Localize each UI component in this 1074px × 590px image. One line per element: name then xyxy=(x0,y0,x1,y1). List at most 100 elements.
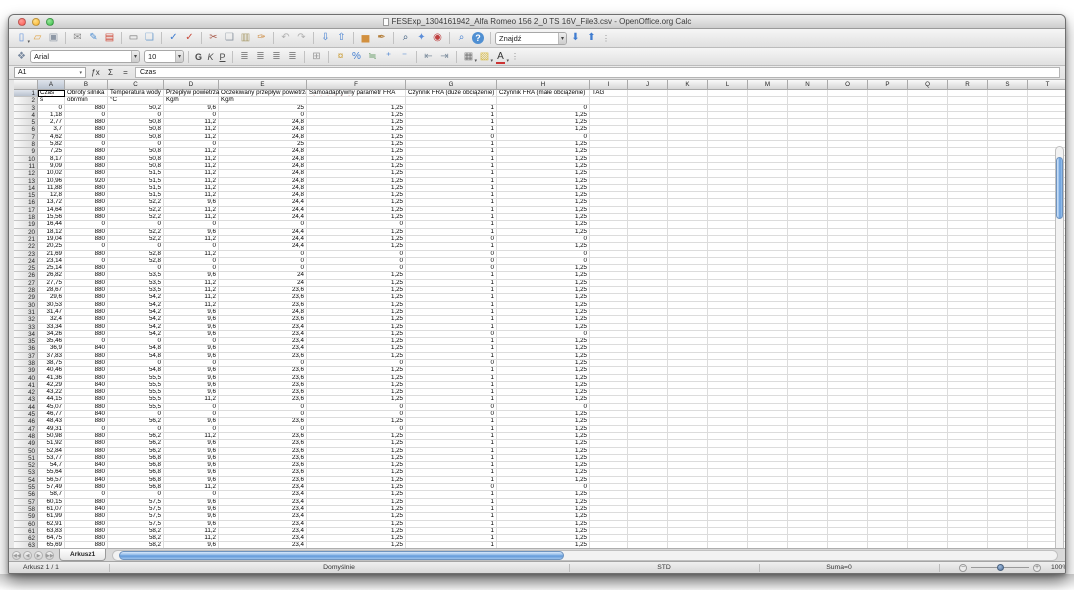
cell-S18[interactable] xyxy=(988,214,1028,222)
row-header-44[interactable]: 44 xyxy=(14,403,38,412)
cell-I48[interactable] xyxy=(590,432,628,441)
cell-D28[interactable]: 11,2 xyxy=(164,287,219,295)
cell-S6[interactable] xyxy=(988,126,1028,134)
cell-E56[interactable]: 23,4 xyxy=(219,491,307,499)
cell-B51[interactable]: 880 xyxy=(65,454,108,463)
cell-L29[interactable] xyxy=(708,294,748,302)
cell-E36[interactable]: 23,4 xyxy=(219,345,307,353)
sum-field[interactable]: Suma=0 xyxy=(759,562,919,573)
cell-O11[interactable] xyxy=(828,162,868,171)
cell-B50[interactable]: 880 xyxy=(65,447,108,455)
vertical-scrollbar-thumb[interactable] xyxy=(1056,157,1063,219)
cell-L38[interactable] xyxy=(708,359,748,368)
cell-K36[interactable] xyxy=(668,345,708,353)
cell-G19[interactable]: 1 xyxy=(406,221,497,229)
cell-I40[interactable] xyxy=(590,374,628,382)
row-header-60[interactable]: 60 xyxy=(14,520,38,528)
cell-P60[interactable] xyxy=(868,520,908,528)
cell-G24[interactable]: 0 xyxy=(406,257,497,266)
cell-D19[interactable]: 0 xyxy=(164,221,219,229)
cell-L54[interactable] xyxy=(708,476,748,485)
cell-G25[interactable]: 0 xyxy=(406,265,497,273)
column-header-K[interactable]: K xyxy=(668,80,708,90)
cell-G5[interactable]: 1 xyxy=(406,119,497,127)
cell-N6[interactable] xyxy=(788,126,828,134)
cell-M37[interactable] xyxy=(748,352,788,360)
row-header-1[interactable]: 1 xyxy=(14,90,38,98)
row-header-8[interactable]: 8 xyxy=(14,141,38,149)
cell-S56[interactable] xyxy=(988,491,1028,499)
cell-P61[interactable] xyxy=(868,527,908,536)
cell-K61[interactable] xyxy=(668,527,708,536)
cell-D4[interactable]: 0 xyxy=(164,111,219,120)
cell-C63[interactable]: 58,2 xyxy=(108,542,164,548)
cell-I11[interactable] xyxy=(590,162,628,171)
cell-Q15[interactable] xyxy=(908,192,948,200)
cell-P47[interactable] xyxy=(868,425,908,433)
cell-E50[interactable]: 23,6 xyxy=(219,447,307,455)
cell-F52[interactable]: 1,25 xyxy=(307,462,406,470)
cell-K49[interactable] xyxy=(668,440,708,448)
cell-H21[interactable]: 0 xyxy=(497,235,590,244)
open-icon[interactable]: ▱ xyxy=(30,31,45,45)
cell-H35[interactable]: 1,25 xyxy=(497,338,590,346)
cell-D39[interactable]: 9,6 xyxy=(164,367,219,375)
cell-O45[interactable] xyxy=(828,411,868,419)
cell-A15[interactable]: 12,8 xyxy=(38,192,65,200)
cell-Q41[interactable] xyxy=(908,381,948,390)
cell-S5[interactable] xyxy=(988,119,1028,127)
cell-J38[interactable] xyxy=(628,359,668,368)
cell-E47[interactable]: 0 xyxy=(219,425,307,433)
cell-F32[interactable]: 1,25 xyxy=(307,316,406,324)
cell-K40[interactable] xyxy=(668,374,708,382)
cell-Q46[interactable] xyxy=(908,418,948,426)
cell-L17[interactable] xyxy=(708,206,748,215)
formula-input[interactable]: Czas xyxy=(135,67,1060,78)
cell-M13[interactable] xyxy=(748,177,788,185)
cell-F51[interactable]: 1,25 xyxy=(307,454,406,463)
cell-K63[interactable] xyxy=(668,542,708,548)
cell-Q20[interactable] xyxy=(908,228,948,236)
cell-A35[interactable]: 35,46 xyxy=(38,338,65,346)
cell-N4[interactable] xyxy=(788,111,828,120)
cell-S58[interactable] xyxy=(988,505,1028,514)
cell-S23[interactable] xyxy=(988,250,1028,258)
cell-S43[interactable] xyxy=(988,396,1028,404)
cell-H50[interactable]: 1,25 xyxy=(497,447,590,455)
cell-M47[interactable] xyxy=(748,425,788,433)
cell-D24[interactable]: 0 xyxy=(164,257,219,266)
cell-J15[interactable] xyxy=(628,192,668,200)
cell-K47[interactable] xyxy=(668,425,708,433)
cell-S30[interactable] xyxy=(988,301,1028,309)
cell-I8[interactable] xyxy=(590,141,628,149)
cell-C32[interactable]: 54,2 xyxy=(108,316,164,324)
cell-N31[interactable] xyxy=(788,308,828,317)
cell-J54[interactable] xyxy=(628,476,668,485)
cell-I24[interactable] xyxy=(590,257,628,266)
cell-Q21[interactable] xyxy=(908,235,948,244)
cell-G58[interactable]: 1 xyxy=(406,505,497,514)
cell-R21[interactable] xyxy=(948,235,988,244)
cell-N50[interactable] xyxy=(788,447,828,455)
cell-Q42[interactable] xyxy=(908,389,948,397)
cell-O57[interactable] xyxy=(828,498,868,506)
cell-P16[interactable] xyxy=(868,199,908,207)
cell-B47[interactable]: 0 xyxy=(65,425,108,433)
cell-C23[interactable]: 52,8 xyxy=(108,250,164,258)
cell-S3[interactable] xyxy=(988,104,1028,112)
cell-S62[interactable] xyxy=(988,535,1028,543)
cell-P6[interactable] xyxy=(868,126,908,134)
cell-S12[interactable] xyxy=(988,170,1028,178)
cell-Q18[interactable] xyxy=(908,214,948,222)
cell-C37[interactable]: 54,8 xyxy=(108,352,164,360)
cell-K37[interactable] xyxy=(668,352,708,360)
cell-G55[interactable]: 0 xyxy=(406,484,497,492)
cell-E25[interactable]: 0 xyxy=(219,265,307,273)
cell-L22[interactable] xyxy=(708,243,748,251)
cell-M55[interactable] xyxy=(748,484,788,492)
cell-R9[interactable] xyxy=(948,148,988,156)
merge-cells-icon[interactable]: ⊞ xyxy=(309,50,324,64)
cell-D63[interactable]: 9,6 xyxy=(164,542,219,548)
cell-K2[interactable] xyxy=(668,97,708,105)
cell-N25[interactable] xyxy=(788,265,828,273)
